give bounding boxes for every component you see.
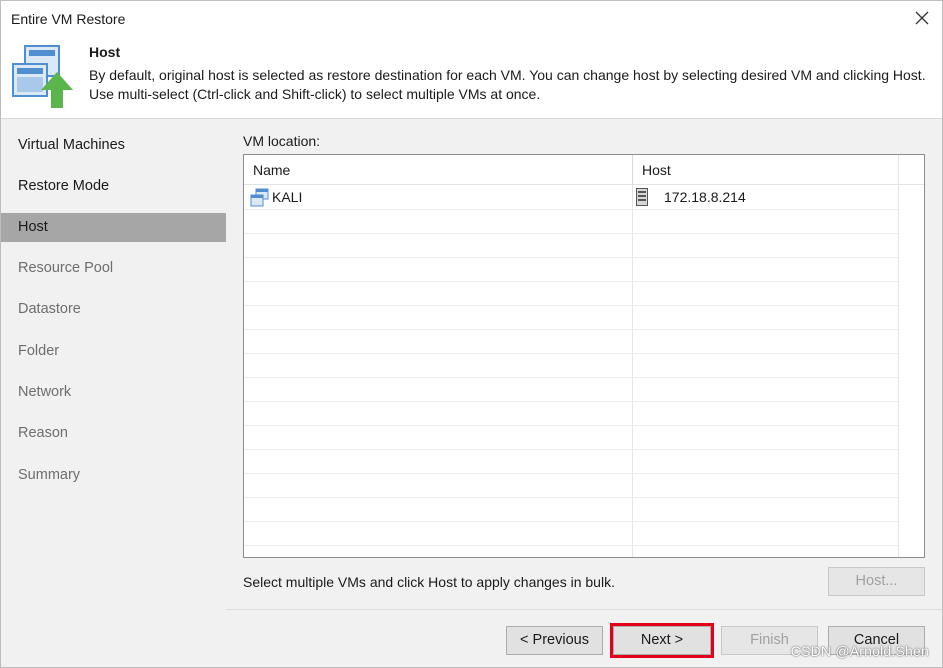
sidebar-item-host[interactable]: Host [1, 213, 226, 242]
grid-line [244, 257, 898, 258]
step-title: Host [89, 44, 121, 60]
watermark: CSDN @Arnold.Shen [790, 643, 929, 659]
vm-icon [250, 188, 269, 206]
vm-location-grid[interactable]: Name Host KALI 172.18.8.214 [243, 154, 925, 558]
close-button[interactable] [908, 5, 936, 31]
grid-line [244, 329, 898, 330]
next-button[interactable]: Next > [613, 626, 711, 655]
step-header: Host By default, original host is select… [1, 35, 942, 119]
host-button[interactable]: Host... [828, 567, 925, 596]
grid-line [244, 353, 898, 354]
table-row[interactable]: KALI 172.18.8.214 [244, 185, 898, 209]
grid-line [244, 521, 898, 522]
main-content: VM location: Name Host KALI 172.18.8.214… [226, 119, 942, 609]
grid-line [244, 497, 898, 498]
grid-line [244, 377, 898, 378]
title-bar: Entire VM Restore [1, 1, 942, 35]
column-divider [632, 185, 633, 557]
grid-line [244, 305, 898, 306]
vm-location-label: VM location: [243, 133, 321, 149]
grid-line [244, 545, 898, 546]
close-icon [915, 11, 929, 25]
grid-line [244, 449, 898, 450]
grid-filler-column [898, 155, 924, 557]
sidebar-item-resource-pool: Resource Pool [18, 260, 114, 276]
grid-header: Name Host [244, 155, 924, 185]
previous-button[interactable]: < Previous [506, 626, 603, 655]
grid-line [244, 281, 898, 282]
column-header-name[interactable]: Name [244, 155, 632, 185]
sidebar-item-datastore: Datastore [18, 301, 81, 317]
grid-line [244, 473, 898, 474]
sidebar-item-summary: Summary [18, 467, 81, 483]
grid-line [244, 425, 898, 426]
window-title: Entire VM Restore [11, 11, 126, 27]
grid-line [244, 233, 898, 234]
grid-line [244, 401, 898, 402]
host-restore-icon [12, 45, 73, 108]
wizard-steps-sidebar: Virtual Machines Restore Mode Host Resou… [1, 119, 226, 667]
sidebar-item-virtual-machines[interactable]: Virtual Machines [1, 131, 226, 160]
column-header-host[interactable]: Host [632, 155, 898, 185]
entire-vm-restore-window: Entire VM Restore Host By default, origi… [0, 0, 943, 668]
vm-name: KALI [272, 189, 303, 205]
bulk-change-hint: Select multiple VMs and click Host to ap… [243, 574, 615, 590]
step-description: By default, original host is selected as… [89, 67, 926, 102]
sidebar-item-network: Network [18, 384, 72, 400]
sidebar-item-reason: Reason [18, 425, 68, 441]
grid-line [244, 209, 898, 210]
vm-host-cell: 172.18.8.214 [636, 185, 746, 209]
sidebar-item-restore-mode[interactable]: Restore Mode [1, 172, 226, 201]
server-icon [636, 188, 648, 206]
sidebar-item-folder: Folder [18, 343, 60, 359]
vm-host: 172.18.8.214 [664, 189, 746, 205]
vm-name-cell: KALI [250, 185, 302, 209]
